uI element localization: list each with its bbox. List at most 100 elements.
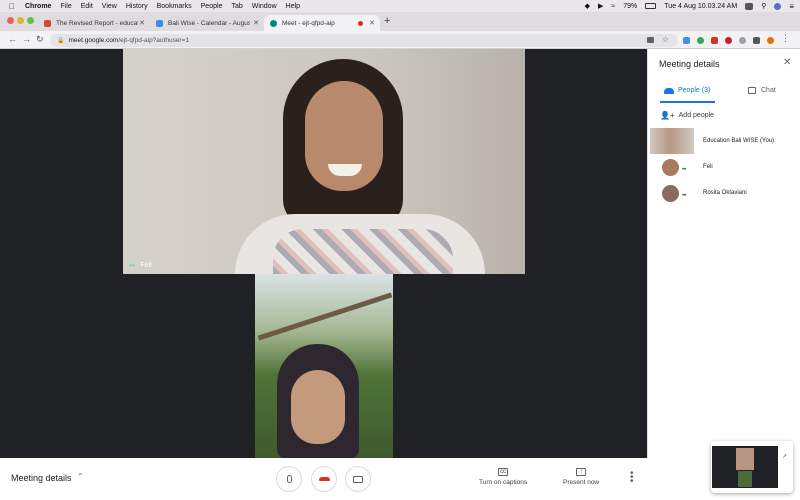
close-window-icon[interactable] [7, 17, 14, 24]
bookmark-star-icon[interactable]: ☆ [662, 35, 669, 44]
present-now-button[interactable]: ↑ Present now [563, 468, 599, 486]
mac-menu-bar:  Chrome File Edit View History Bookmark… [0, 0, 800, 12]
participant-name-label: ••• Feli [129, 261, 152, 270]
control-center-icon[interactable]: ≡ [789, 2, 794, 11]
extension-icon[interactable] [697, 37, 704, 44]
participant-row[interactable]: ••• Feli [648, 154, 800, 180]
more-options-icon[interactable]: • • • [630, 469, 634, 487]
battery-percent[interactable]: 79% [623, 3, 637, 10]
wifi-icon[interactable]: ≈ [611, 3, 615, 10]
menu-view[interactable]: View [102, 3, 117, 10]
close-icon[interactable]: ✕ [783, 57, 791, 68]
menu-file[interactable]: File [60, 3, 71, 10]
maximize-window-icon[interactable] [27, 17, 34, 24]
menu-help[interactable]: Help [286, 3, 300, 10]
browser-tab-2[interactable]: Bali Wise - Calendar - August ✕ [150, 15, 264, 31]
participant-video [736, 448, 754, 470]
reload-icon[interactable]: ↻ [36, 34, 44, 45]
camera-in-use-icon[interactable] [647, 37, 654, 43]
participant-row[interactable]: Education Bali WISE (You) [648, 128, 800, 154]
chrome-menu-icon[interactable]: ⋮ [781, 33, 790, 44]
meeting-details-button[interactable]: Meeting details [11, 473, 72, 483]
volume-icon[interactable]: ▶ [598, 2, 603, 10]
captions-button[interactable]: cc Turn on captions [479, 468, 527, 486]
puzzle-icon[interactable] [753, 37, 760, 44]
microphone-button[interactable] [276, 466, 302, 492]
meet-icon [270, 19, 277, 27]
apple-icon[interactable]:  [9, 2, 15, 11]
tab-chat[interactable]: Chat [748, 87, 776, 94]
close-tab-icon[interactable]: ✕ [253, 19, 259, 27]
self-view-video [712, 446, 778, 488]
browser-tab-1[interactable]: The Revised Report - educatio ✕ [38, 15, 150, 31]
extension-icon[interactable] [683, 37, 690, 44]
tab-strip: The Revised Report - educatio ✕ Bali Wis… [0, 12, 800, 31]
add-people-label: Add people [678, 112, 715, 119]
menu-tab[interactable]: Tab [231, 3, 242, 10]
video-grid: ••• Feli [0, 49, 647, 458]
self-view-thumbnail[interactable]: ↗ [711, 441, 793, 493]
speaking-dots-icon: ••• [682, 167, 686, 173]
menu-bookmarks[interactable]: Bookmarks [157, 3, 192, 10]
participant-name: Feli [140, 262, 152, 269]
participant-row[interactable]: ••• Rosita Oktaviani [648, 180, 800, 206]
tab-people[interactable]: People (3) [664, 87, 710, 94]
extension-icon[interactable] [711, 37, 718, 44]
recording-icon [358, 20, 363, 26]
extension-icon[interactable] [739, 37, 746, 44]
siri-icon[interactable] [774, 2, 782, 10]
close-tab-icon[interactable]: ✕ [139, 19, 145, 27]
participant-tile-main[interactable]: ••• Feli [123, 49, 525, 274]
avatar [662, 158, 679, 176]
panel-title: Meeting details [659, 59, 720, 69]
gmail-icon [44, 19, 51, 27]
tab-title: Meet - ejt-qfpd-aip [282, 19, 335, 27]
calendar-icon [156, 19, 163, 27]
search-icon[interactable]: ⚲ [761, 2, 766, 10]
call-controls-bar: Meeting details ⌃ cc Turn on captions ↑ … [0, 458, 800, 500]
captions-icon: cc [498, 468, 509, 476]
new-tab-icon[interactable]: + [384, 15, 390, 27]
add-people-button[interactable]: 👤+ Add people [660, 111, 714, 120]
speaking-dots-icon: ••• [129, 261, 135, 270]
add-person-icon: 👤+ [660, 111, 675, 120]
user-icon[interactable] [745, 2, 754, 10]
profile-avatar-icon[interactable] [767, 37, 774, 44]
avatar [650, 128, 694, 154]
address-bar: ← → ↻ 🔒 meet.google.com /ejt-qfpd-aip?au… [0, 31, 800, 49]
lock-icon[interactable]: 🔒 [57, 37, 64, 44]
camera-button[interactable] [345, 466, 371, 492]
speaking-dots-icon: ••• [682, 193, 686, 199]
extension-icon[interactable] [725, 37, 732, 44]
back-icon[interactable]: ← [8, 34, 17, 44]
url-path: /ejt-qfpd-aip?authuser=1 [118, 37, 190, 44]
menu-clock[interactable]: Tue 4 Aug 10.03.24 AM [664, 3, 737, 10]
tab-title: Bali Wise - Calendar - August [168, 19, 250, 27]
menu-people[interactable]: People [201, 3, 223, 10]
close-tab-icon[interactable]: ✕ [369, 19, 375, 27]
minimize-window-icon[interactable] [17, 17, 24, 24]
hang-up-icon [318, 477, 330, 481]
meeting-details-panel: Meeting details ✕ People (3) Chat 👤+ Add… [647, 49, 800, 458]
pin-icon[interactable]: ↗ [782, 453, 787, 460]
participant-name: Education Bali WISE (You) [703, 138, 775, 144]
chevron-up-icon[interactable]: ⌃ [77, 472, 84, 481]
battery-icon[interactable] [645, 3, 657, 9]
tab-title: The Revised Report - educatio [56, 19, 138, 27]
chat-icon [748, 87, 756, 94]
menu-edit[interactable]: Edit [81, 3, 93, 10]
url-input[interactable]: 🔒 meet.google.com /ejt-qfpd-aip?authuser… [50, 34, 678, 47]
hang-up-button[interactable] [311, 466, 337, 492]
present-label: Present now [563, 479, 600, 486]
browser-tab-3[interactable]: Meet - ejt-qfpd-aip ✕ [264, 15, 380, 31]
menu-app-name[interactable]: Chrome [25, 3, 51, 10]
tab-people-label: People (3) [678, 87, 711, 94]
participant-tile-secondary[interactable] [255, 274, 393, 458]
dropbox-icon[interactable]: ◆ [585, 2, 590, 10]
participant-name: Feli [703, 164, 713, 170]
menu-history[interactable]: History [126, 3, 148, 10]
participant-video [273, 229, 453, 274]
avatar [662, 184, 679, 202]
forward-icon[interactable]: → [22, 34, 31, 44]
menu-window[interactable]: Window [252, 3, 277, 10]
